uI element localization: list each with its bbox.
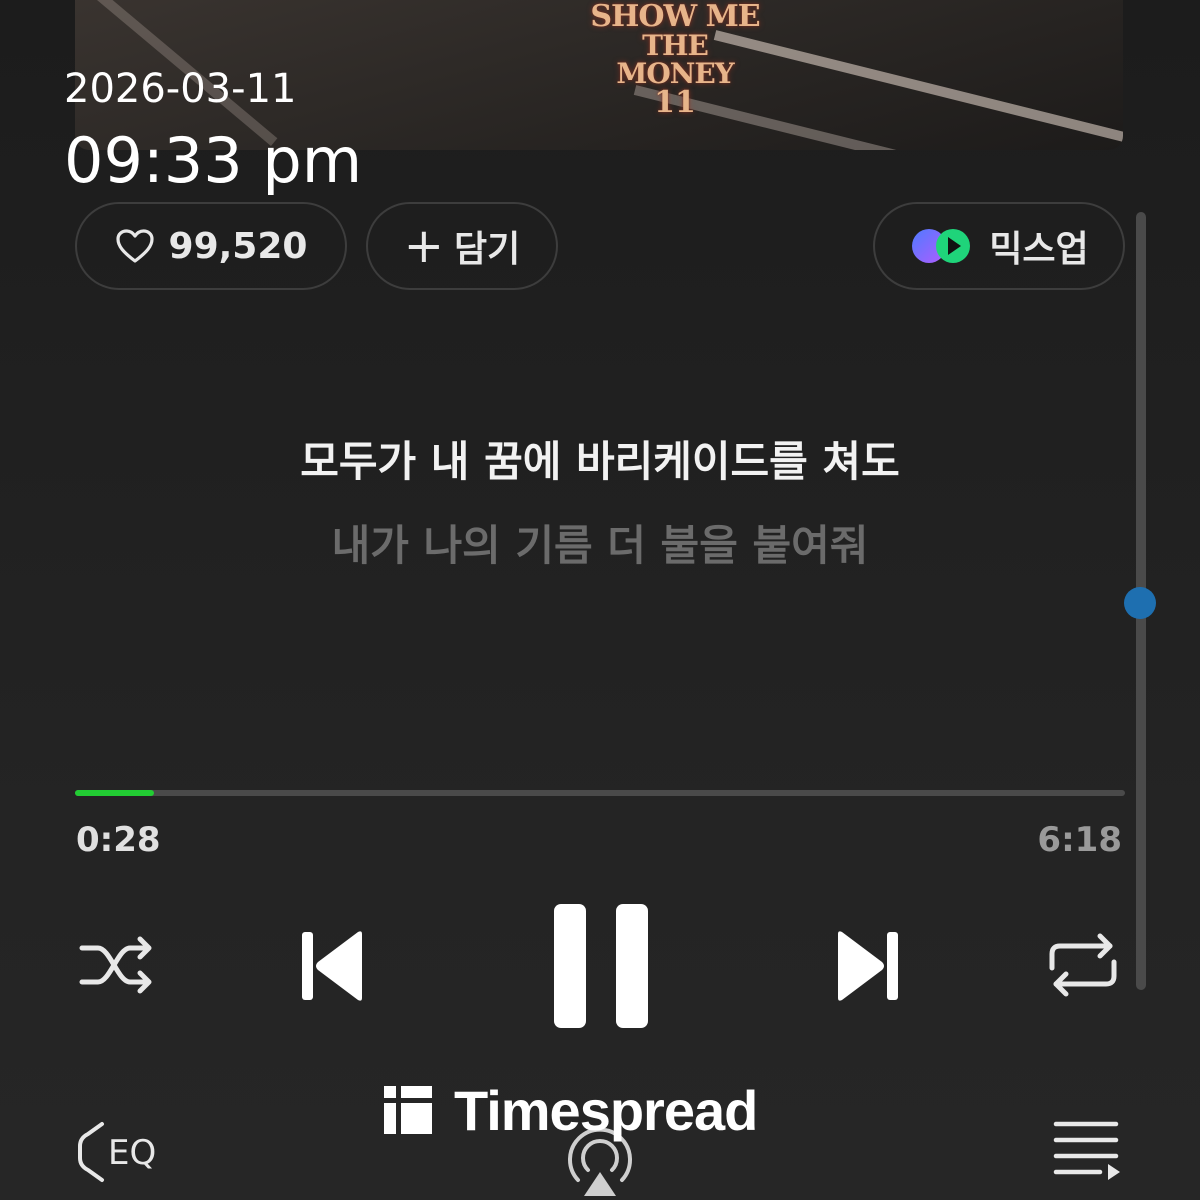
repeat-icon bbox=[1049, 933, 1117, 997]
album-logo-line: 11 bbox=[654, 85, 696, 120]
mixup-label: 믹스업 bbox=[989, 229, 1089, 270]
next-icon bbox=[838, 931, 898, 1001]
playback-progress-bar[interactable] bbox=[75, 790, 1125, 796]
like-count: 99,520 bbox=[168, 225, 308, 267]
playback-progress-fill bbox=[75, 790, 154, 796]
heart-icon bbox=[115, 229, 154, 263]
watermark-text: Timespread bbox=[454, 1078, 758, 1142]
scrollbar-thumb[interactable] bbox=[1124, 587, 1156, 619]
album-logo-line: SHOW ME bbox=[590, 0, 760, 34]
next-button[interactable] bbox=[832, 928, 902, 1004]
time-label: 09:33 pm bbox=[64, 124, 363, 197]
total-time: 6:18 bbox=[1037, 820, 1122, 860]
plus-icon: + bbox=[403, 218, 444, 274]
album-logo: SHOW ME THE MONEY 11 bbox=[580, 2, 770, 118]
watermark: Timespread bbox=[384, 1078, 758, 1142]
eq-icon: EQ bbox=[78, 1122, 156, 1182]
lyric-current-line[interactable]: 모두가 내 꿈에 바리케이드를 쳐도 bbox=[0, 428, 1200, 489]
previous-icon bbox=[302, 931, 362, 1001]
pause-button[interactable] bbox=[548, 898, 654, 1034]
playlist-queue-button[interactable] bbox=[1050, 1116, 1124, 1184]
pause-icon bbox=[554, 904, 648, 1028]
add-to-playlist-button[interactable]: + 담기 bbox=[366, 202, 558, 290]
shuffle-icon bbox=[79, 936, 152, 994]
mixup-button[interactable]: 믹스업 bbox=[873, 202, 1125, 290]
mixup-icon bbox=[912, 229, 971, 263]
album-art-stripe bbox=[713, 30, 1123, 150]
eq-button[interactable]: EQ bbox=[72, 1114, 172, 1188]
previous-button[interactable] bbox=[298, 928, 368, 1004]
repeat-button[interactable] bbox=[1044, 930, 1122, 1000]
queue-icon bbox=[1053, 1121, 1120, 1180]
date-label: 2026-03-11 bbox=[64, 66, 297, 112]
album-logo-line: THE MONEY bbox=[616, 29, 734, 90]
elapsed-time: 0:28 bbox=[76, 820, 161, 860]
watermark-logo-icon bbox=[384, 1086, 432, 1134]
lyric-next-line[interactable]: 내가 나의 기름 더 불을 붙여줘 bbox=[0, 512, 1200, 573]
shuffle-button[interactable] bbox=[76, 930, 160, 1000]
add-label: 담기 bbox=[453, 229, 521, 270]
eq-label: EQ bbox=[108, 1133, 156, 1173]
like-button[interactable]: 99,520 bbox=[75, 202, 347, 290]
